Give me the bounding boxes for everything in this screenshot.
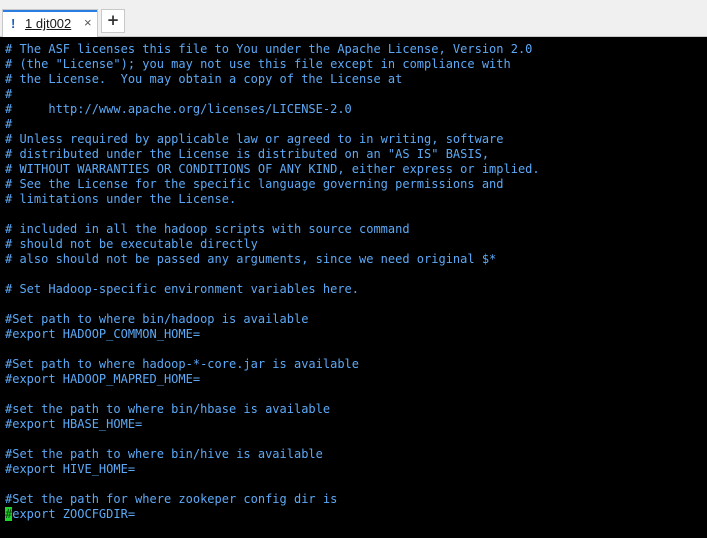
terminal-line: #Set path to where bin/hadoop is availab…: [5, 312, 309, 326]
terminal-cursor-line: #export ZOOCFGDIR=: [5, 507, 707, 522]
terminal-line: #Set the path to where bin/hive is avail…: [5, 447, 323, 461]
terminal-output[interactable]: # The ASF licenses this file to You unde…: [0, 37, 707, 538]
terminal-line: # the License. You may obtain a copy of …: [5, 72, 403, 86]
terminal-line: # See the License for the specific langu…: [5, 177, 504, 191]
terminal-line: #: [5, 117, 13, 131]
terminal-line: #export HIVE_HOME=: [5, 462, 136, 476]
terminal-line: # included in all the hadoop scripts wit…: [5, 222, 410, 236]
terminal-line: # (the "License"); you may not use this …: [5, 57, 511, 71]
tab-bar: ! 1 djt002 × +: [0, 0, 707, 37]
terminal-line: #set the path to where bin/hbase is avai…: [5, 402, 331, 416]
terminal-line: #export HADOOP_COMMON_HOME=: [5, 327, 201, 341]
new-tab-button[interactable]: +: [101, 9, 125, 33]
terminal-line: # distributed under the License is distr…: [5, 147, 490, 161]
terminal-lines: # The ASF licenses this file to You unde…: [5, 42, 707, 507]
terminal-line: # Unless required by applicable law or a…: [5, 132, 504, 146]
terminal-line: # also should not be passed any argument…: [5, 252, 497, 266]
terminal-line: #: [5, 87, 13, 101]
terminal-line: #export HBASE_HOME=: [5, 417, 143, 431]
terminal-line: # limitations under the License.: [5, 192, 237, 206]
session-alert-icon: !: [11, 16, 16, 31]
terminal-line: #export HADOOP_MAPRED_HOME=: [5, 372, 201, 386]
terminal-line: # http://www.apache.org/licenses/LICENSE…: [5, 102, 352, 116]
terminal-line: # WITHOUT WARRANTIES OR CONDITIONS OF AN…: [5, 162, 540, 176]
tab-label[interactable]: 1 djt002: [25, 16, 71, 31]
session-tab[interactable]: ! 1 djt002 ×: [2, 9, 98, 37]
terminal-line: # The ASF licenses this file to You unde…: [5, 42, 533, 56]
cursor-line-text: export ZOOCFGDIR=: [12, 507, 136, 521]
terminal-line: #Set the path for where zookeper config …: [5, 492, 338, 506]
terminal-line: #Set path to where hadoop-*-core.jar is …: [5, 357, 360, 371]
active-tab-indicator-bar: [3, 10, 97, 12]
terminal-line: # should not be executable directly: [5, 237, 258, 251]
terminal-line: # Set Hadoop-specific environment variab…: [5, 282, 360, 296]
close-icon[interactable]: ×: [84, 15, 92, 30]
